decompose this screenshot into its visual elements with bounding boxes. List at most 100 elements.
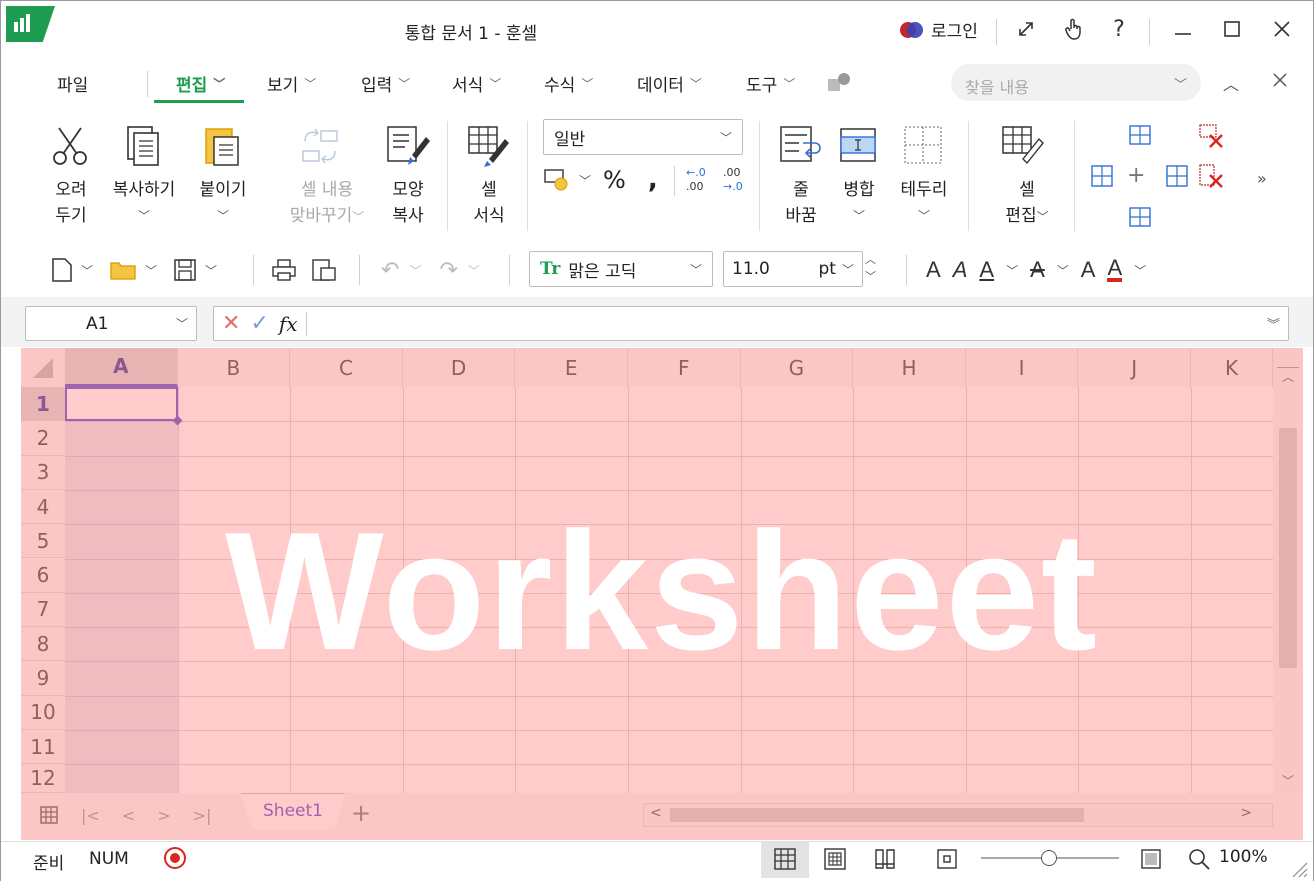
insert-row-below-icon[interactable] [1127,205,1153,233]
new-document-icon[interactable] [51,257,73,283]
italic-icon[interactable]: A [953,257,968,283]
swap-label-2: 맞바꾸기 [289,206,353,226]
prev-sheet-icon[interactable]: < [122,806,135,825]
cut-button[interactable]: 오려 두기 [51,177,91,229]
underline-icon[interactable]: A [979,257,994,283]
add-sheet-icon[interactable]: + [351,799,371,827]
split-handle[interactable] [1277,348,1299,368]
increase-decimal-icon[interactable]: ←.0.00 [684,164,710,198]
sheet-nav: |< < > >| [39,805,211,825]
percent-format-button[interactable]: % [603,166,626,194]
scroll-up-icon[interactable]: ︿ [1273,368,1303,385]
svg-text:.00: .00 [723,166,741,179]
menu-formula[interactable]: 수식 ﹀ [544,71,593,96]
touch-mode-icon[interactable] [1059,14,1089,44]
scroll-right-icon[interactable]: > [1240,805,1252,821]
format-copy-button[interactable]: 모양 복사 [386,177,430,229]
zoom-fit-icon[interactable] [1139,847,1163,875]
minimize-icon[interactable] [1168,14,1198,44]
svg-text:→.0: →.0 [723,180,743,193]
sheet-tab-active[interactable]: Sheet1 [241,793,345,829]
font-size-stepper[interactable]: ︿ ﹀ [865,251,876,285]
menu-insert[interactable]: 입력 ﹀ [361,71,410,96]
font-effect-icon[interactable]: A [1081,257,1096,283]
close-icon[interactable] [1267,14,1297,44]
scroll-down-icon[interactable]: ﹀ [1273,772,1303,789]
collapse-ribbon-icon[interactable]: ︿ [1223,71,1239,95]
merge-cells-button[interactable]: 병합 ﹀ [831,177,887,229]
print-preview-icon[interactable] [311,258,337,282]
font-size-select[interactable]: 11.0 pt ﹀ [723,251,863,287]
bold-icon[interactable]: A [926,257,941,283]
menu-tools[interactable]: 도구 ﹀ [746,71,795,96]
decrease-decimal-icon[interactable]: .00 →.0 [721,164,747,198]
fit-page-icon[interactable] [935,847,959,875]
chevron-down-icon[interactable]: ﹀ [145,262,157,279]
zoom-level[interactable]: 100% [1219,847,1268,867]
insert-column-right-icon[interactable] [1164,163,1190,193]
wrap-text-button[interactable]: 줄 바꿈 [781,177,821,229]
close-ribbon-icon[interactable] [1271,71,1289,93]
cell-style-button[interactable]: 셀 서식 [467,177,511,229]
insert-row-above-icon[interactable] [1127,123,1153,151]
cell-style-icon [467,125,511,171]
menu-view[interactable]: 보기 ﹀ [267,71,316,96]
comma-format-button[interactable]: , [648,167,658,193]
print-icon[interactable] [271,258,297,282]
zoom-slider-thumb[interactable] [1041,850,1057,866]
function-icon[interactable]: fx [279,312,298,336]
border-button[interactable]: 테두리 ﹀ [895,177,953,229]
zoom-search-icon[interactable] [1187,847,1211,875]
chevron-down-icon[interactable]: ﹀ [1134,262,1146,279]
chevron-down-icon[interactable]: ﹀ [1057,262,1069,279]
number-format-select[interactable]: 일반 ﹀ [543,119,743,155]
save-icon[interactable] [173,258,197,282]
login-button[interactable]: 로그인 [899,17,978,42]
formula-input[interactable]: ✕ ✓ fx ︾ [213,306,1289,341]
page-break-view-icon[interactable] [873,847,897,875]
font-color-icon[interactable]: A [1107,257,1123,282]
search-input[interactable]: 찾을 내용 ﹀ [951,64,1201,101]
delete-row-icon[interactable] [1198,123,1226,153]
fullscreen-icon[interactable] [1011,14,1041,44]
maximize-icon[interactable] [1217,14,1247,44]
paste-button[interactable]: 붙이기 ﹀ [193,177,253,229]
shapes-icon[interactable] [827,71,853,97]
chevron-down-icon[interactable]: ﹀ [579,172,591,189]
merge-label: 병합 [843,180,875,200]
expand-formula-icon[interactable]: ︾ [1267,314,1280,333]
menu-data[interactable]: 데이터 ﹀ [637,71,702,96]
chevron-down-icon[interactable]: ﹀ [205,262,217,279]
font-family-select[interactable]: Tr 맑은 고딕 ﹀ [529,251,713,287]
increment-icon[interactable]: ︿ [865,251,876,268]
copy-button[interactable]: 복사하기 ﹀ [107,177,181,229]
first-sheet-icon[interactable]: |< [81,806,100,825]
open-folder-icon[interactable] [109,259,137,281]
help-icon[interactable]: ? [1104,14,1134,44]
insert-column-left-icon[interactable] [1089,163,1115,193]
last-sheet-icon[interactable]: >| [193,806,212,825]
h-scroll-thumb[interactable] [670,808,1084,822]
menu-file[interactable]: 파일 [57,71,88,96]
scroll-left-icon[interactable]: < [650,805,662,821]
next-sheet-icon[interactable]: > [157,806,170,825]
cancel-icon[interactable]: ✕ [222,311,240,336]
menu-format[interactable]: 서식 ﹀ [452,71,501,96]
resize-grip-icon[interactable] [1291,861,1309,881]
confirm-icon[interactable]: ✓ [250,311,268,336]
insert-cells-icon[interactable]: + [1127,163,1145,188]
page-layout-view-icon[interactable] [823,847,847,875]
chevron-down-icon[interactable]: ﹀ [1006,262,1018,279]
strikethrough-icon[interactable]: A [1030,257,1045,283]
delete-column-icon[interactable] [1198,163,1226,195]
name-box[interactable]: A1 ﹀ [25,306,197,341]
chevron-down-icon[interactable]: ﹀ [81,262,93,279]
decrement-icon[interactable]: ﹀ [865,268,876,285]
currency-format-icon[interactable] [543,168,571,192]
cell-edit-button[interactable]: 셀 편집﹀ [997,177,1057,230]
horizontal-scrollbar[interactable]: < > [643,803,1273,827]
sheet-list-icon[interactable] [39,805,59,825]
macro-record-icon[interactable] [163,846,187,874]
menu-edit[interactable]: 편집 ﹀ [176,71,225,96]
ribbon-more-icon[interactable]: » [1257,169,1267,188]
